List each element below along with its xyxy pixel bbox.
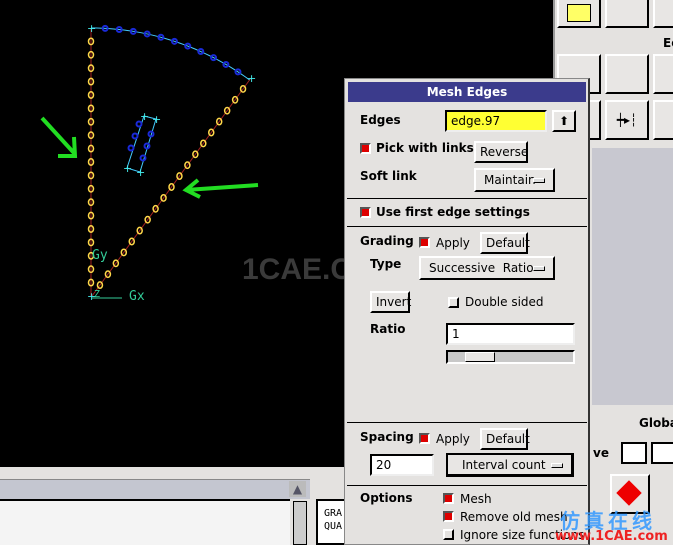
toolbar-button[interactable] bbox=[653, 54, 673, 94]
toolbar-button[interactable] bbox=[653, 100, 673, 140]
dropdown-indicator-icon bbox=[533, 178, 545, 183]
spacing-default-button[interactable]: Default bbox=[480, 428, 530, 450]
grading-default-button[interactable]: Default bbox=[480, 232, 530, 254]
spacing-field[interactable]: 20 bbox=[370, 454, 434, 476]
dropdown-indicator-icon bbox=[533, 266, 545, 271]
watermark-url: www.1CAE.com bbox=[555, 529, 668, 544]
vertex-marker: + bbox=[123, 162, 132, 175]
soft-link-dropdown[interactable]: Maintain bbox=[474, 168, 555, 192]
face-node bbox=[127, 144, 135, 152]
double-sided-checkbox[interactable] bbox=[448, 297, 459, 308]
double-sided-label: Double sided bbox=[465, 295, 544, 309]
diamond-icon bbox=[616, 480, 642, 506]
edges-field[interactable]: edge.97 bbox=[445, 110, 547, 132]
invert-button[interactable]: Invert bbox=[370, 291, 411, 313]
spacing-apply-checkbox[interactable] bbox=[419, 433, 430, 444]
dialog-title: Mesh Edges bbox=[348, 82, 586, 102]
soft-link-label: Soft link bbox=[360, 169, 417, 183]
global-label: Global bbox=[639, 416, 673, 430]
face-node bbox=[131, 132, 139, 140]
vertex-marker: + bbox=[247, 72, 256, 85]
scroll-up-button[interactable]: ▲ bbox=[289, 481, 306, 497]
ratio-label: Ratio bbox=[370, 322, 406, 336]
mesh-edges-dialog: Mesh Edges Edges edge.97 ⬆ Pick with lin… bbox=[344, 78, 590, 545]
vertical-scrollbar[interactable] bbox=[293, 501, 307, 545]
command-bar bbox=[0, 479, 310, 499]
use-first-edge-label: Use first edge settings bbox=[376, 205, 530, 219]
reverse-button[interactable]: Reverse bbox=[474, 141, 528, 163]
divider bbox=[347, 485, 587, 486]
face-node bbox=[143, 142, 151, 150]
options-label: Options bbox=[360, 491, 413, 505]
divider bbox=[347, 198, 587, 199]
axis-x-label: Gx bbox=[129, 289, 145, 304]
pick-with-links-checkbox[interactable] bbox=[360, 143, 371, 154]
divider bbox=[347, 422, 587, 423]
axis-y-label: Gy bbox=[92, 248, 108, 263]
slider-thumb[interactable] bbox=[465, 352, 495, 362]
partial-label: ve bbox=[593, 446, 609, 460]
node-link-icon: ┿▸┆ bbox=[616, 113, 638, 127]
vertex-marker: + bbox=[152, 113, 161, 126]
quad-grid-button[interactable] bbox=[621, 442, 647, 464]
toolbar-button[interactable] bbox=[605, 0, 649, 28]
spacing-label: Spacing bbox=[360, 430, 414, 444]
use-first-edge-checkbox[interactable] bbox=[360, 207, 371, 218]
grid-icon bbox=[567, 4, 591, 22]
green-arrow-icon bbox=[182, 178, 259, 199]
up-arrow-icon: ⬆ bbox=[558, 114, 570, 128]
vertex-marker: + bbox=[140, 110, 149, 123]
type-label: Type bbox=[370, 257, 402, 271]
ignore-size-functions-checkbox[interactable] bbox=[443, 529, 454, 540]
mesh-checkbox[interactable] bbox=[443, 493, 454, 504]
green-arrow-icon bbox=[40, 116, 78, 158]
console-line: QUA bbox=[324, 521, 343, 532]
vertex-marker: + bbox=[136, 166, 145, 179]
face-node bbox=[139, 154, 147, 162]
soft-link-value: Maintain bbox=[484, 173, 536, 187]
console-log: GRA QUA bbox=[316, 499, 346, 545]
spacing-type-value: Interval count bbox=[462, 458, 546, 472]
remove-old-mesh-label: Remove old mesh bbox=[460, 510, 568, 524]
grading-label: Grading bbox=[360, 234, 414, 248]
remove-old-mesh-checkbox[interactable] bbox=[443, 511, 454, 522]
panel-gap bbox=[592, 148, 673, 405]
vertex-marker: + bbox=[87, 22, 96, 35]
console-line: GRA bbox=[324, 508, 343, 519]
divider bbox=[347, 226, 587, 227]
ratio-slider[interactable] bbox=[446, 350, 575, 364]
grading-apply-label: Apply bbox=[436, 236, 470, 250]
dropdown-indicator-icon bbox=[551, 463, 563, 468]
arc-edge-line bbox=[90, 27, 250, 81]
transcript-area bbox=[0, 499, 290, 545]
toolbar-button[interactable] bbox=[653, 0, 673, 28]
mesh-toolbar-button[interactable] bbox=[557, 0, 601, 28]
toolbar-button[interactable] bbox=[605, 54, 649, 94]
spacing-apply-label: Apply bbox=[436, 432, 470, 446]
mesh-label: Mesh bbox=[460, 492, 492, 506]
quad-grid-button[interactable] bbox=[651, 442, 673, 464]
spacing-type-dropdown[interactable]: Interval count bbox=[446, 453, 574, 477]
pick-with-links-label: Pick with links bbox=[376, 141, 474, 155]
edges-label: Edges bbox=[360, 113, 401, 127]
edges-pick-button[interactable]: ⬆ bbox=[552, 110, 576, 132]
bottom-panel: ▲ GRA QUA bbox=[0, 467, 346, 545]
ratio-field[interactable]: 1 bbox=[446, 323, 575, 345]
grading-apply-checkbox[interactable] bbox=[419, 237, 430, 248]
grading-type-dropdown[interactable]: Successive Ratio bbox=[419, 256, 555, 280]
grading-type-value: Successive Ratio bbox=[429, 261, 534, 275]
link-edges-button[interactable]: ┿▸┆ bbox=[605, 100, 649, 140]
section-label: Ec bbox=[663, 36, 673, 50]
axis-z-label: Z bbox=[94, 289, 101, 300]
